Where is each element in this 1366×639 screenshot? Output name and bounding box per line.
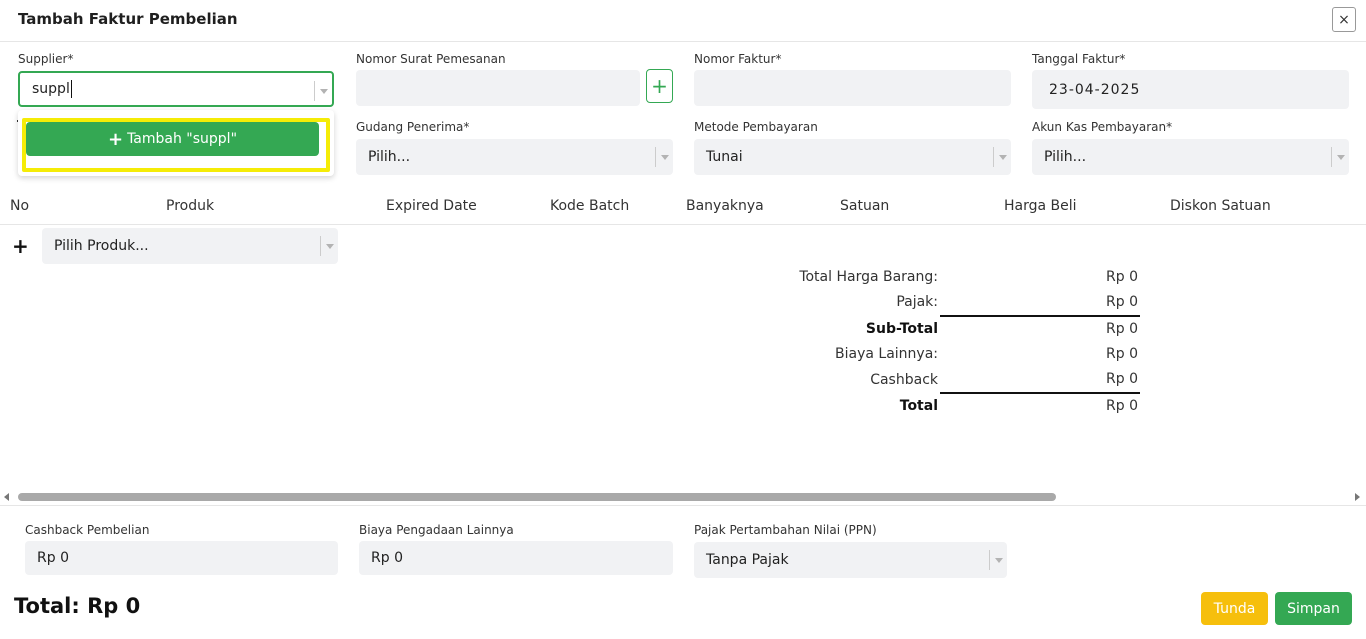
summary-value-biaya-lainnya: Rp 0 bbox=[1106, 346, 1138, 362]
nomor-surat-label: Nomor Surat Pemesanan bbox=[356, 52, 506, 66]
chevron-down-icon[interactable] bbox=[320, 236, 338, 256]
akun-kas-select[interactable]: Pilih... bbox=[1032, 139, 1349, 175]
simpan-button[interactable]: Simpan bbox=[1275, 592, 1352, 625]
summary-value-cashback: Rp 0 bbox=[1106, 371, 1138, 387]
column-header-diskon-satuan: Diskon Satuan bbox=[1170, 198, 1271, 214]
supplier-select[interactable]: suppl bbox=[18, 71, 334, 107]
table-header: No Produk Expired Date Kode Batch Banyak… bbox=[0, 188, 1366, 225]
chevron-down-icon[interactable] bbox=[655, 147, 673, 167]
grand-total: Total: Rp 0 bbox=[14, 594, 141, 618]
summary-label-total-harga: Total Harga Barang: bbox=[799, 269, 938, 285]
product-select-value: Pilih Produk... bbox=[54, 238, 149, 254]
chevron-down-icon[interactable] bbox=[1331, 147, 1349, 167]
biaya-pengadaan-label: Biaya Pengadaan Lainnya bbox=[359, 523, 514, 537]
summary-value-pajak: Rp 0 bbox=[1106, 294, 1138, 310]
ppn-select-value: Tanpa Pajak bbox=[706, 552, 789, 568]
metode-select-value: Tunai bbox=[706, 149, 743, 165]
chevron-down-icon[interactable] bbox=[989, 550, 1007, 570]
cashback-label: Cashback Pembelian bbox=[25, 523, 150, 537]
supplier-label: Supplier* bbox=[18, 52, 74, 66]
gudang-label: Gudang Penerima* bbox=[356, 120, 470, 134]
nomor-faktur-label: Nomor Faktur* bbox=[694, 52, 782, 66]
chevron-down-icon[interactable] bbox=[993, 147, 1011, 167]
cashback-input[interactable]: Rp 0 bbox=[25, 541, 338, 575]
nomor-surat-input[interactable] bbox=[356, 70, 640, 106]
summary-label-cashback: Cashback bbox=[870, 372, 938, 388]
page-title: Tambah Faktur Pembelian bbox=[18, 10, 238, 28]
plus-icon: + bbox=[651, 74, 668, 98]
summary-divider bbox=[940, 392, 1140, 394]
gudang-select[interactable]: Pilih... bbox=[356, 139, 673, 175]
close-icon: × bbox=[1338, 11, 1350, 28]
column-header-harga-beli: Harga Beli bbox=[1004, 198, 1077, 214]
add-supplier-label: Tambah "suppl" bbox=[127, 131, 238, 147]
modal-header: Tambah Faktur Pembelian × bbox=[0, 0, 1366, 42]
summary-value-subtotal: Rp 0 bbox=[1106, 321, 1138, 337]
column-header-produk: Produk bbox=[166, 198, 215, 214]
add-supplier-option[interactable]: + Tambah "suppl" bbox=[26, 122, 319, 156]
supplier-dropdown: + Tambah "suppl" bbox=[18, 110, 334, 176]
gudang-select-value: Pilih... bbox=[368, 149, 411, 165]
product-select[interactable]: Pilih Produk... bbox=[42, 228, 338, 264]
metode-label: Metode Pembayaran bbox=[694, 120, 818, 134]
summary-value-total-harga: Rp 0 bbox=[1106, 269, 1138, 285]
summary-label-subtotal: Sub-Total bbox=[865, 321, 938, 337]
summary-label-pajak: Pajak: bbox=[896, 294, 938, 310]
scrollbar-thumb[interactable] bbox=[18, 493, 1056, 501]
summary-value-total: Rp 0 bbox=[1106, 398, 1138, 414]
scroll-right-icon[interactable] bbox=[1355, 493, 1360, 501]
column-header-kode-batch: Kode Batch bbox=[550, 198, 630, 214]
add-order-button[interactable]: + bbox=[646, 69, 673, 103]
horizontal-scrollbar[interactable] bbox=[0, 490, 1366, 504]
summary-label-total: Total bbox=[899, 398, 938, 414]
tunda-button[interactable]: Tunda bbox=[1201, 592, 1268, 625]
nomor-faktur-input[interactable] bbox=[694, 70, 1011, 106]
column-header-expired-date: Expired Date bbox=[386, 198, 477, 214]
add-row-icon[interactable]: + bbox=[12, 234, 29, 258]
tanggal-faktur-input[interactable]: 23-04-2025 bbox=[1032, 70, 1349, 109]
akun-kas-label: Akun Kas Pembayaran* bbox=[1032, 120, 1173, 134]
column-header-satuan: Satuan bbox=[840, 198, 890, 214]
supplier-input-value: suppl bbox=[32, 81, 70, 97]
ppn-select[interactable]: Tanpa Pajak bbox=[694, 542, 1007, 578]
close-button[interactable]: × bbox=[1332, 7, 1356, 32]
text-caret bbox=[70, 80, 72, 98]
akun-kas-select-value: Pilih... bbox=[1044, 149, 1087, 165]
section-divider bbox=[0, 505, 1366, 506]
metode-select[interactable]: Tunai bbox=[694, 139, 1011, 175]
summary-label-biaya-lainnya: Biaya Lainnya: bbox=[835, 346, 938, 362]
ppn-label: Pajak Pertambahan Nilai (PPN) bbox=[694, 523, 877, 537]
column-header-banyaknya: Banyaknya bbox=[686, 198, 764, 214]
biaya-pengadaan-input[interactable]: Rp 0 bbox=[359, 541, 673, 575]
plus-icon: + bbox=[107, 128, 124, 150]
summary-divider bbox=[940, 315, 1140, 317]
column-header-no: No bbox=[10, 198, 30, 214]
tanggal-faktur-label: Tanggal Faktur* bbox=[1032, 52, 1126, 66]
chevron-down-icon[interactable] bbox=[314, 81, 332, 101]
scroll-left-icon[interactable] bbox=[4, 493, 9, 501]
